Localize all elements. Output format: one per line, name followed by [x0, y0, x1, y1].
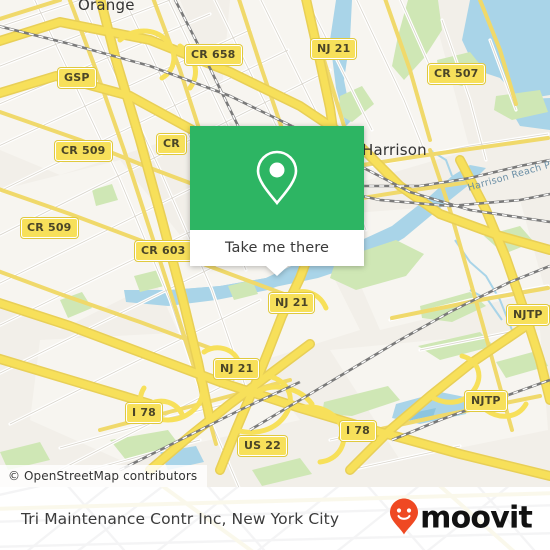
card-cta-label: Take me there [224, 240, 330, 256]
moovit-wordmark: moovit [420, 500, 533, 536]
map-attribution[interactable]: © OpenStreetMap contributors [0, 465, 208, 487]
card-pointer-tail [266, 266, 288, 276]
location-title: Tri Maintenance Contr Inc, New York City [21, 509, 340, 528]
road-shield-cr-509-lower: CR 509 [21, 218, 78, 238]
road-shield-nj-21-north: NJ 21 [311, 39, 357, 59]
bottom-info-bar: Tri Maintenance Contr Inc, New York City… [0, 487, 550, 550]
moovit-logo: moovit [389, 497, 533, 540]
road-shield-i-78-west: I 78 [126, 403, 163, 423]
road-shield-i-78-east: I 78 [340, 421, 377, 441]
map-attribution-text: © OpenStreetMap contributors [8, 469, 198, 483]
road-shield-cr-partial: CR [157, 134, 186, 154]
card-cta[interactable]: Take me there [190, 230, 364, 276]
road-shield-gsp: GSP [58, 68, 96, 88]
road-shield-cr-507: CR 507 [428, 64, 485, 84]
road-shield-nj-21-south: NJ 21 [214, 359, 260, 379]
card-image-area [190, 126, 364, 230]
road-shield-us-22: US 22 [238, 436, 287, 456]
road-shield-cr-603: CR 603 [135, 241, 192, 261]
road-shield-cr-658: CR 658 [185, 45, 242, 65]
road-shield-cr-509-upper: CR 509 [55, 141, 112, 161]
road-shield-njtp-lower: NJTP [465, 391, 507, 411]
take-me-there-card[interactable]: Take me there [190, 126, 364, 276]
map-screenshot: Orange Harrison Harrison Reach Passa GSP… [0, 0, 550, 550]
moovit-pin-icon [389, 497, 419, 540]
map-canvas[interactable]: Orange Harrison Harrison Reach Passa GSP… [0, 0, 550, 487]
location-pin-icon [253, 148, 301, 208]
road-shield-njtp-upper: NJTP [507, 305, 549, 325]
road-shield-nj-21-mid: NJ 21 [269, 293, 315, 313]
